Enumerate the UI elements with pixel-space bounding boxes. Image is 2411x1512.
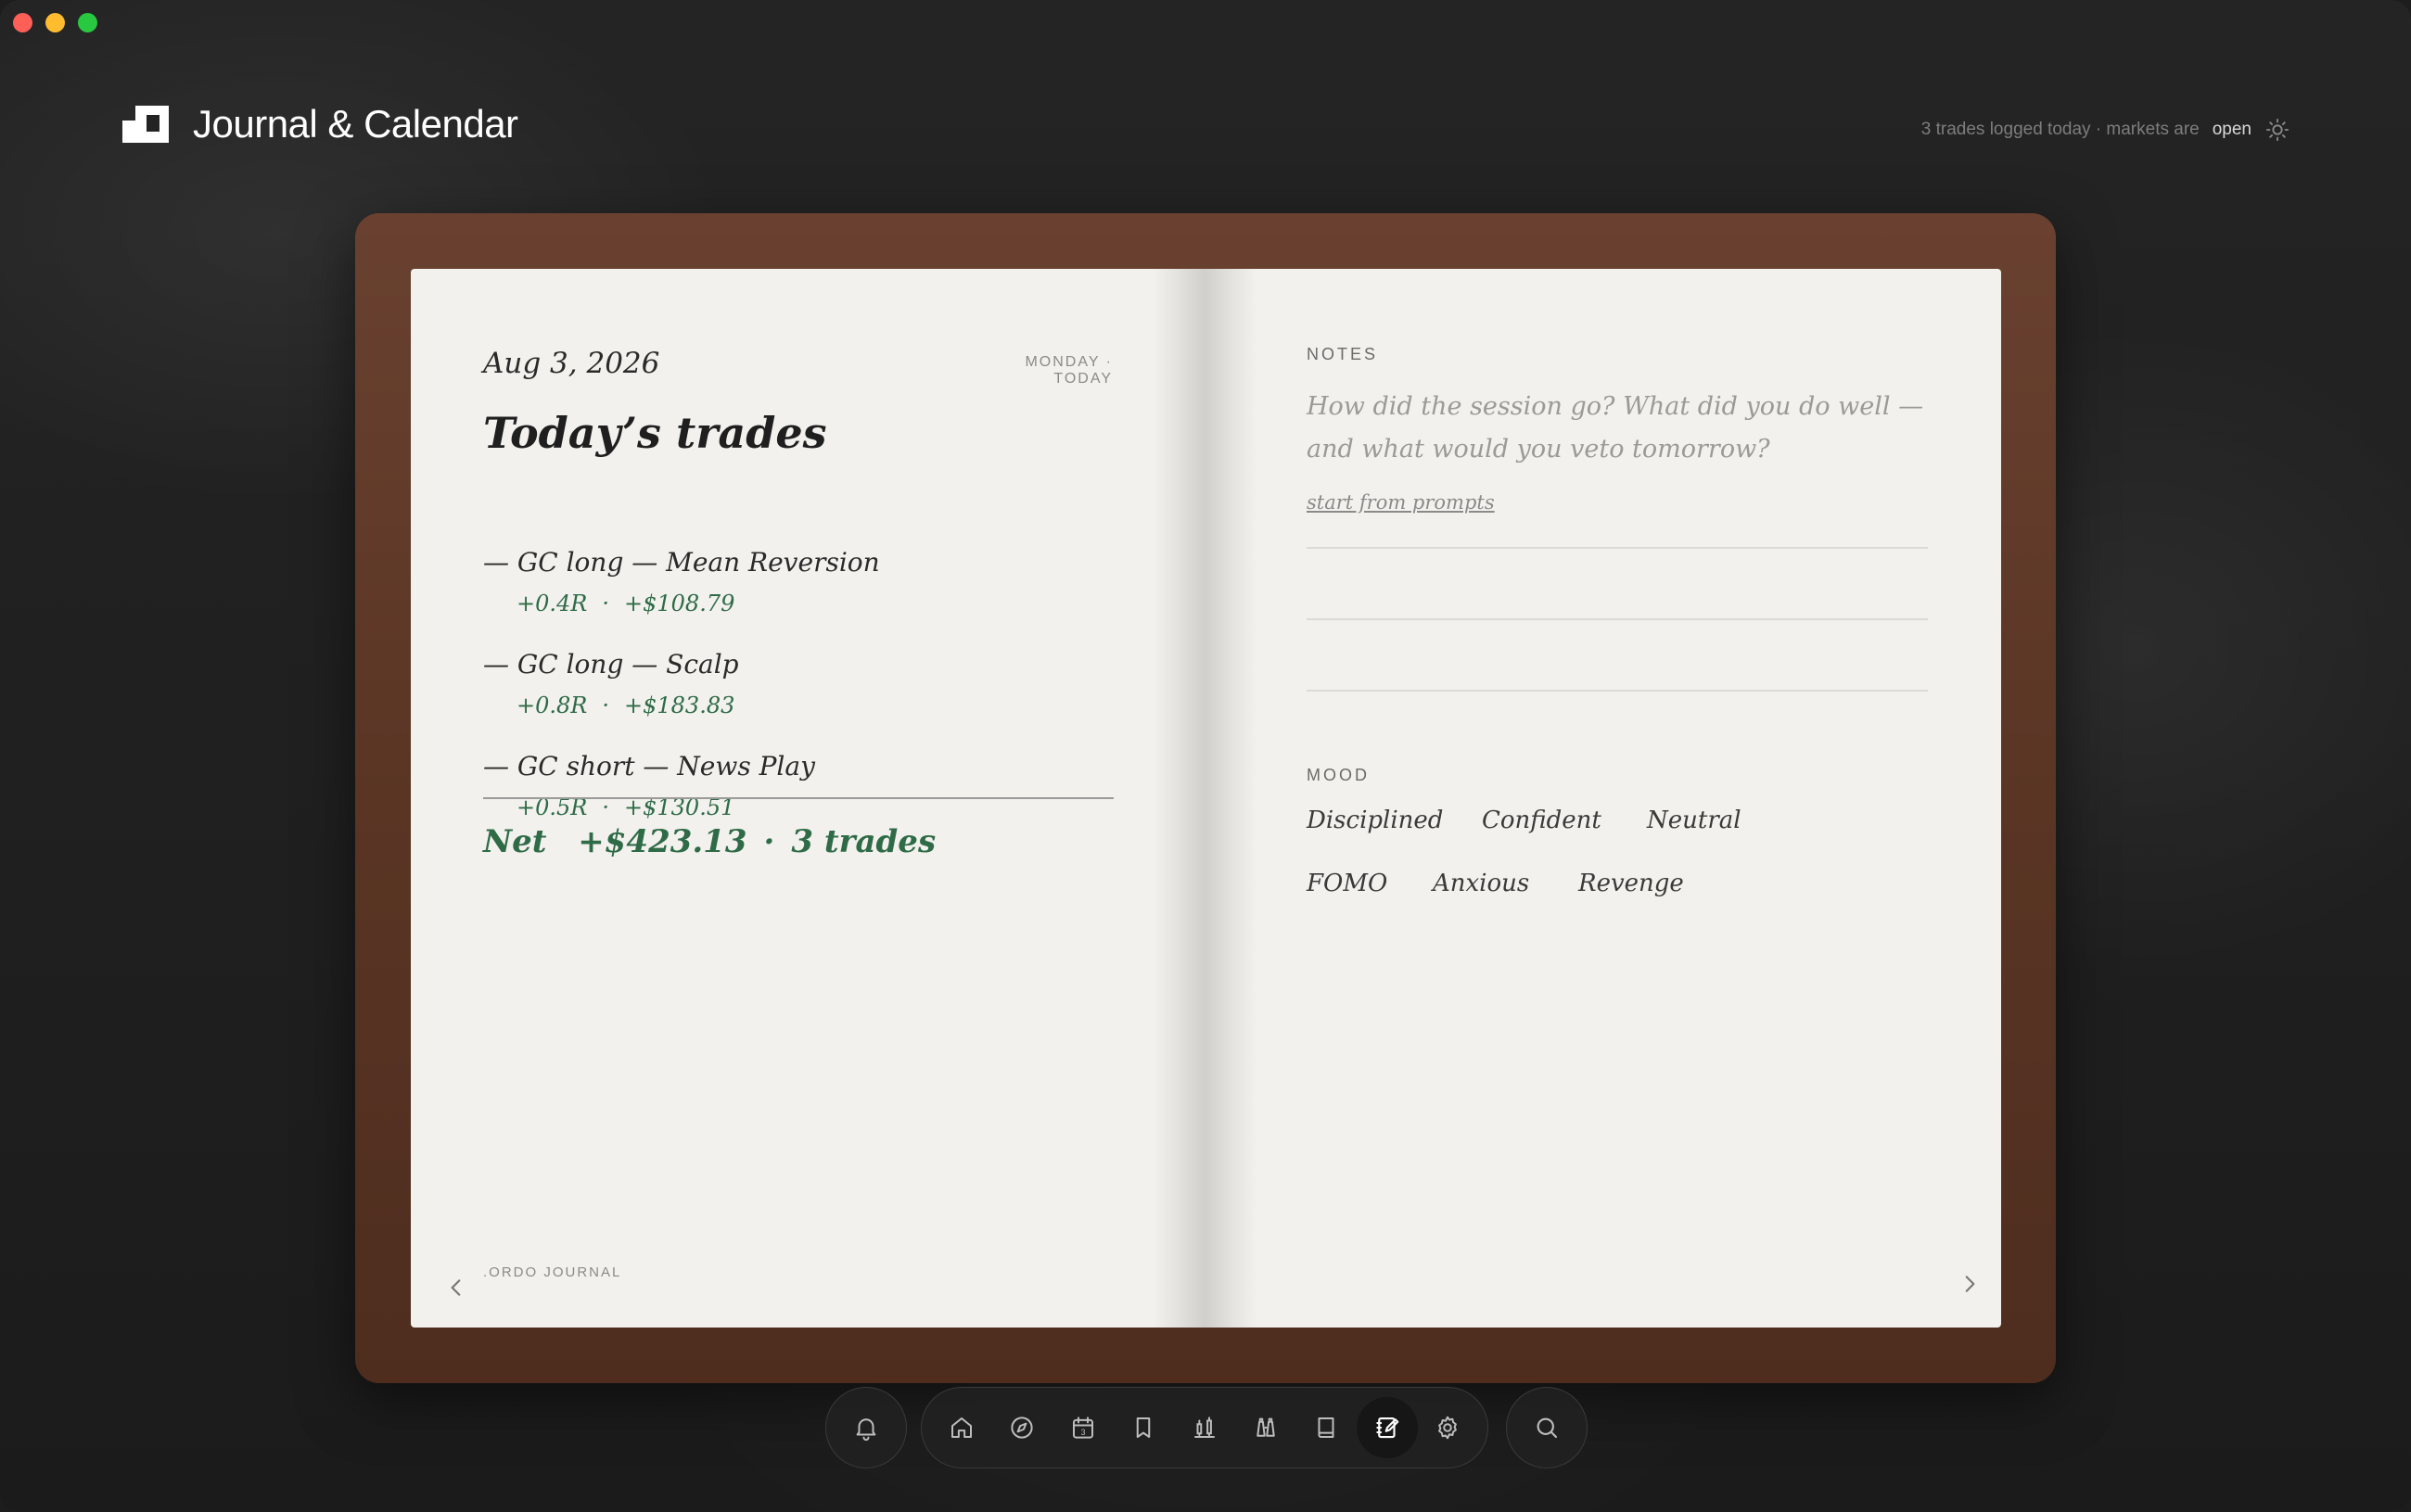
- trade-pnl: +$108.79: [624, 591, 735, 616]
- dock-button-calendar[interactable]: 3: [1052, 1397, 1114, 1458]
- dock-button-bookmarks[interactable]: [1114, 1397, 1175, 1458]
- mood-option-anxious[interactable]: Anxious: [1433, 870, 1529, 897]
- note-line: [1307, 690, 1928, 692]
- chevron-left-icon[interactable]: [444, 1274, 468, 1302]
- minimize-window-button[interactable]: [45, 13, 65, 32]
- book-icon: [1318, 1417, 1334, 1438]
- chart-icon: [1194, 1417, 1216, 1438]
- home-icon: [950, 1417, 972, 1438]
- notes-label: NOTES: [1307, 345, 1379, 363]
- day-label: MONDAY · TODAY: [1025, 354, 1113, 387]
- dock-button-journal[interactable]: [1356, 1397, 1418, 1458]
- dock-main: 3: [921, 1387, 1488, 1468]
- market-status: 3 trades logged today · markets are open: [1921, 117, 2290, 143]
- bookmark-icon: [1137, 1417, 1151, 1438]
- separator: ·: [763, 823, 775, 860]
- trade-result: +0.4R · +$108.79: [517, 591, 880, 616]
- sun-icon[interactable]: [2264, 117, 2290, 143]
- page-heading: Today’s trades: [483, 408, 827, 458]
- mood-option-fomo[interactable]: FOMO: [1307, 870, 1387, 897]
- net-total: Net +$423.13 · 3 trades: [483, 823, 936, 860]
- zoom-window-button[interactable]: [78, 13, 97, 32]
- dock-button-charts[interactable]: [1174, 1397, 1235, 1458]
- mood-option-confident[interactable]: Confident: [1482, 807, 1601, 834]
- entry-date: Aug 3, 2026: [483, 347, 660, 380]
- net-count: 3 trades: [791, 823, 937, 860]
- app-title: Journal & Calendar: [193, 102, 518, 146]
- app-logo-icon: [122, 106, 169, 143]
- calendar-icon: 3: [1072, 1417, 1093, 1439]
- status-text: 3 trades logged today · markets are: [1920, 120, 2200, 139]
- dock-button-explore[interactable]: [992, 1397, 1053, 1458]
- search-icon: [1537, 1417, 1558, 1439]
- journal-book: Aug 3, 2026 MONDAY · TODAY Today’s trade…: [355, 213, 2056, 1383]
- trade-title: — GC long — Mean Reversion: [483, 547, 880, 578]
- gear-icon: [1438, 1416, 1458, 1440]
- trade-entry[interactable]: — GC long — Scalp +0.8R · +$183.83: [483, 649, 739, 718]
- journal-pages: Aug 3, 2026 MONDAY · TODAY Today’s trade…: [411, 269, 2001, 1328]
- total-divider: [483, 797, 1114, 799]
- notes-input[interactable]: How did the session go? What did you do …: [1307, 386, 1937, 471]
- start-from-prompts-link[interactable]: start from prompts: [1307, 491, 1495, 514]
- note-line: [1307, 618, 1928, 620]
- trade-r: +0.8R: [517, 692, 588, 718]
- compass-icon: [1011, 1417, 1033, 1439]
- separator: ·: [602, 692, 609, 718]
- trade-title: — GC short — News Play: [483, 751, 815, 781]
- trade-entry[interactable]: — GC short — News Play +0.5R · +$130.51: [483, 751, 815, 820]
- dock-search: [1506, 1387, 1588, 1468]
- trade-title: — GC long — Scalp: [483, 649, 739, 680]
- window-controls: [13, 13, 97, 32]
- dock-button-notifications[interactable]: [836, 1397, 897, 1458]
- mood-option-revenge[interactable]: Revenge: [1578, 870, 1684, 897]
- app-header: Journal & Calendar: [122, 102, 518, 146]
- net-label: Net: [483, 823, 547, 860]
- book-gutter: [1153, 269, 1257, 1328]
- dock-button-search[interactable]: [1516, 1397, 1577, 1458]
- trade-r: +0.4R: [517, 591, 588, 616]
- dock-button-library[interactable]: [1295, 1397, 1357, 1458]
- dock-button-scanner[interactable]: [1235, 1397, 1296, 1458]
- close-window-button[interactable]: [13, 13, 32, 32]
- market-state: open: [2212, 120, 2252, 139]
- svg-text:3: 3: [1080, 1428, 1085, 1437]
- trade-entry[interactable]: — GC long — Mean Reversion +0.4R · +$108.7…: [483, 547, 880, 616]
- dock-notifications: [825, 1387, 907, 1468]
- app-window: Journal & Calendar 3 trades logged today…: [0, 0, 2411, 1512]
- binoculars-icon: [1256, 1417, 1275, 1437]
- bell-icon: [856, 1418, 876, 1442]
- trade-result: +0.8R · +$183.83: [517, 692, 739, 718]
- trade-pnl: +$183.83: [624, 692, 735, 718]
- separator: ·: [602, 591, 609, 616]
- dock-button-home[interactable]: [931, 1397, 992, 1458]
- chevron-right-icon[interactable]: [1958, 1270, 1982, 1298]
- net-value: +$423.13: [578, 823, 747, 860]
- mood-option-disciplined[interactable]: Disciplined: [1307, 807, 1443, 834]
- dock-button-settings[interactable]: [1418, 1397, 1479, 1458]
- journal-icon: [1376, 1417, 1399, 1439]
- journal-footer: .ORDO JOURNAL: [483, 1264, 622, 1280]
- note-line: [1307, 547, 1928, 549]
- mood-label: MOOD: [1307, 766, 1370, 784]
- mood-option-neutral[interactable]: Neutral: [1647, 807, 1741, 834]
